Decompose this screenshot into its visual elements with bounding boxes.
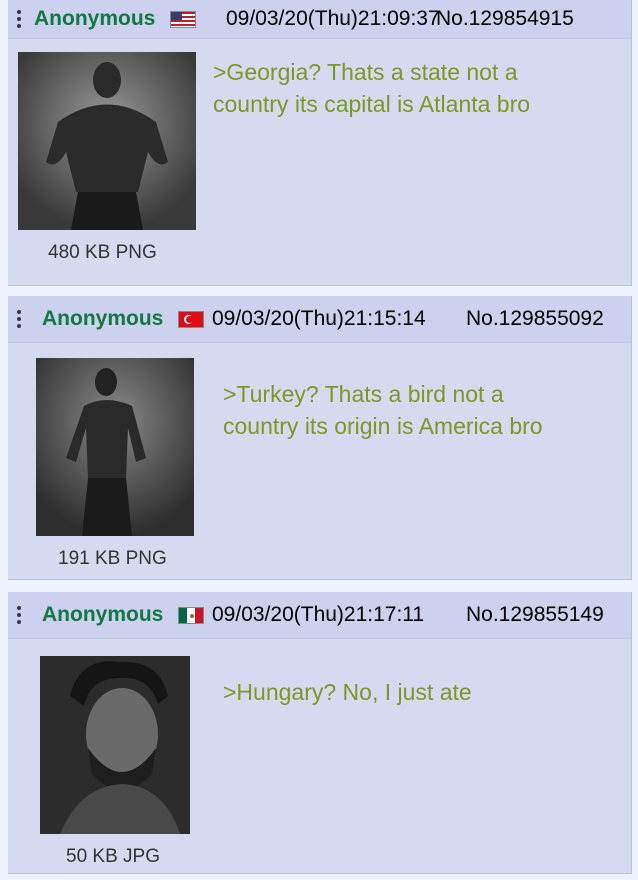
post-number[interactable]: No.129854915 — [436, 0, 574, 38]
mexico-flag-icon — [178, 607, 204, 624]
post: Anonymous 09/03/20(Thu)21:17:11 No.12985… — [8, 592, 632, 874]
post-thumbnail[interactable] — [36, 358, 194, 536]
post-datetime: 09/03/20(Thu)21:09:37 — [226, 7, 440, 30]
post-thumbnail[interactable] — [40, 656, 190, 834]
post-header: Anonymous 09/03/20(Thu)21:15:14 No.12985… — [8, 296, 631, 343]
muscular-man-photo — [18, 52, 196, 230]
post-thumbnail[interactable] — [18, 52, 196, 230]
us-flag-icon — [170, 11, 196, 28]
post: Anonymous 09/03/20(Thu)21:15:14 No.12985… — [8, 296, 632, 580]
poster-name: Anonymous — [34, 7, 156, 30]
post-menu-icon[interactable] — [14, 0, 24, 38]
turkey-flag-icon — [178, 311, 204, 328]
post-datetime: 09/03/20(Thu)21:15:14 — [212, 307, 426, 330]
post: Anonymous 09/03/20(Thu)21:09:37 No.12985… — [8, 0, 632, 286]
post-menu-icon[interactable] — [14, 592, 24, 638]
poster-name: Anonymous — [42, 603, 164, 626]
post-header: Anonymous 09/03/20(Thu)21:17:11 No.12985… — [8, 592, 631, 639]
man-portrait-photo — [40, 656, 190, 834]
poster-name: Anonymous — [42, 307, 164, 330]
post-text: >Turkey? Thats a bird not a country its … — [223, 381, 543, 439]
post-menu-icon[interactable] — [14, 296, 24, 342]
post-text: >Hungary? No, I just ate — [223, 679, 472, 705]
file-info: 191 KB PNG — [58, 548, 167, 569]
post-number[interactable]: No.129855092 — [466, 296, 604, 342]
post-number[interactable]: No.129855149 — [466, 592, 604, 638]
post-text: >Georgia? Thats a state not a country it… — [213, 59, 531, 117]
file-info: 480 KB PNG — [48, 242, 157, 263]
file-info: 50 KB JPG — [66, 846, 160, 867]
muscular-man-photo — [36, 358, 194, 536]
post-datetime: 09/03/20(Thu)21:17:11 — [212, 603, 425, 626]
post-header: Anonymous 09/03/20(Thu)21:09:37 No.12985… — [8, 0, 631, 39]
